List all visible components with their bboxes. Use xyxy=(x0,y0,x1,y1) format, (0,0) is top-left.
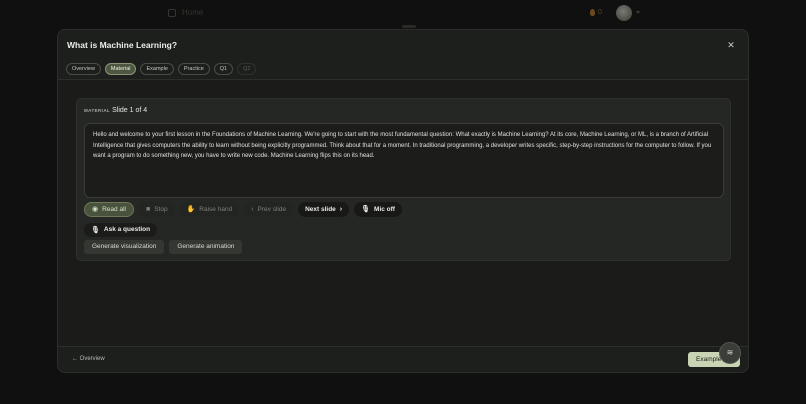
modal-header: What is Machine Learning? ✕ Overview Mat… xyxy=(58,30,748,80)
close-icon[interactable]: ✕ xyxy=(726,40,736,50)
tab-q2[interactable]: Q2 xyxy=(237,63,257,75)
prev-slide-label: Prev slide xyxy=(257,206,287,213)
mic-off-button[interactable]: 🎙 Mic off xyxy=(354,202,402,217)
material-card: MATERIAL Slide 1 of 4 Hello and welcome … xyxy=(76,98,731,261)
hand-icon: ✋ xyxy=(186,206,196,213)
tab-material[interactable]: Material xyxy=(104,63,137,75)
next-slide-label: Next slide xyxy=(305,206,336,213)
slide-text: Hello and welcome to your first lesson i… xyxy=(84,123,724,198)
playback-controls: ◉ Read all ■ Stop ✋ Raise hand ‹ Prev sl… xyxy=(84,202,402,217)
lesson-modal: What is Machine Learning? ✕ Overview Mat… xyxy=(57,29,749,373)
read-all-label: Read all xyxy=(102,206,126,213)
eye-icon: ◉ xyxy=(92,206,99,213)
background-app-bar: Home 0 xyxy=(0,0,806,28)
avatar xyxy=(616,5,632,21)
tab-example[interactable]: Example xyxy=(140,63,174,75)
slide-counter: Slide 1 of 4 xyxy=(112,107,148,114)
lesson-tabs: Overview Material Example Practice Q1 Q2 xyxy=(66,63,257,75)
tab-q1[interactable]: Q1 xyxy=(213,63,234,75)
background-indicator xyxy=(402,25,416,28)
stop-icon: ■ xyxy=(145,206,151,213)
tab-overview[interactable]: Overview xyxy=(66,63,101,75)
ask-row: 🎙 Ask a question xyxy=(84,223,158,237)
stop-label: Stop xyxy=(154,206,168,213)
chevron-right-icon: › xyxy=(339,206,343,213)
background-home: Home xyxy=(168,8,203,17)
sound-wave-icon: ≋ xyxy=(726,348,734,357)
generate-row: Generate visualization Generate animatio… xyxy=(84,240,243,254)
mic-off-label: Mic off xyxy=(374,206,395,213)
stop-button[interactable]: ■ Stop xyxy=(138,202,175,217)
card-header: MATERIAL Slide 1 of 4 xyxy=(84,107,147,114)
generate-animation-button[interactable]: Generate animation xyxy=(169,240,243,254)
next-slide-button[interactable]: Next slide › xyxy=(298,202,350,217)
section-kicker: MATERIAL xyxy=(84,108,111,113)
chevron-down-icon xyxy=(636,11,640,14)
raise-hand-button[interactable]: ✋ Raise hand xyxy=(179,202,240,217)
streak-badge: 0 xyxy=(590,9,602,16)
modal-title: What is Machine Learning? xyxy=(67,40,178,50)
tab-practice[interactable]: Practice xyxy=(177,63,210,75)
audio-assistant-button[interactable]: ≋ xyxy=(719,342,741,364)
streak-count: 0 xyxy=(598,9,602,16)
background-home-label: Home xyxy=(182,8,204,17)
flame-icon xyxy=(590,9,595,16)
modal-body: MATERIAL Slide 1 of 4 Hello and welcome … xyxy=(58,80,748,348)
microphone-icon: 🎙 xyxy=(91,226,100,234)
ask-question-button[interactable]: 🎙 Ask a question xyxy=(84,223,158,237)
modal-footer: ← Overview Example xyxy=(58,346,748,372)
generate-visualization-button[interactable]: Generate visualization xyxy=(84,240,165,254)
home-icon xyxy=(168,8,176,17)
back-to-overview-link[interactable]: ← Overview xyxy=(72,356,105,362)
chevron-left-icon: ‹ xyxy=(251,206,254,213)
prev-slide-button[interactable]: ‹ Prev slide xyxy=(244,202,294,217)
ask-question-label: Ask a question xyxy=(103,226,151,233)
read-all-button[interactable]: ◉ Read all xyxy=(84,202,134,217)
microphone-icon: 🎙 xyxy=(361,206,371,213)
raise-hand-label: Raise hand xyxy=(199,206,233,213)
